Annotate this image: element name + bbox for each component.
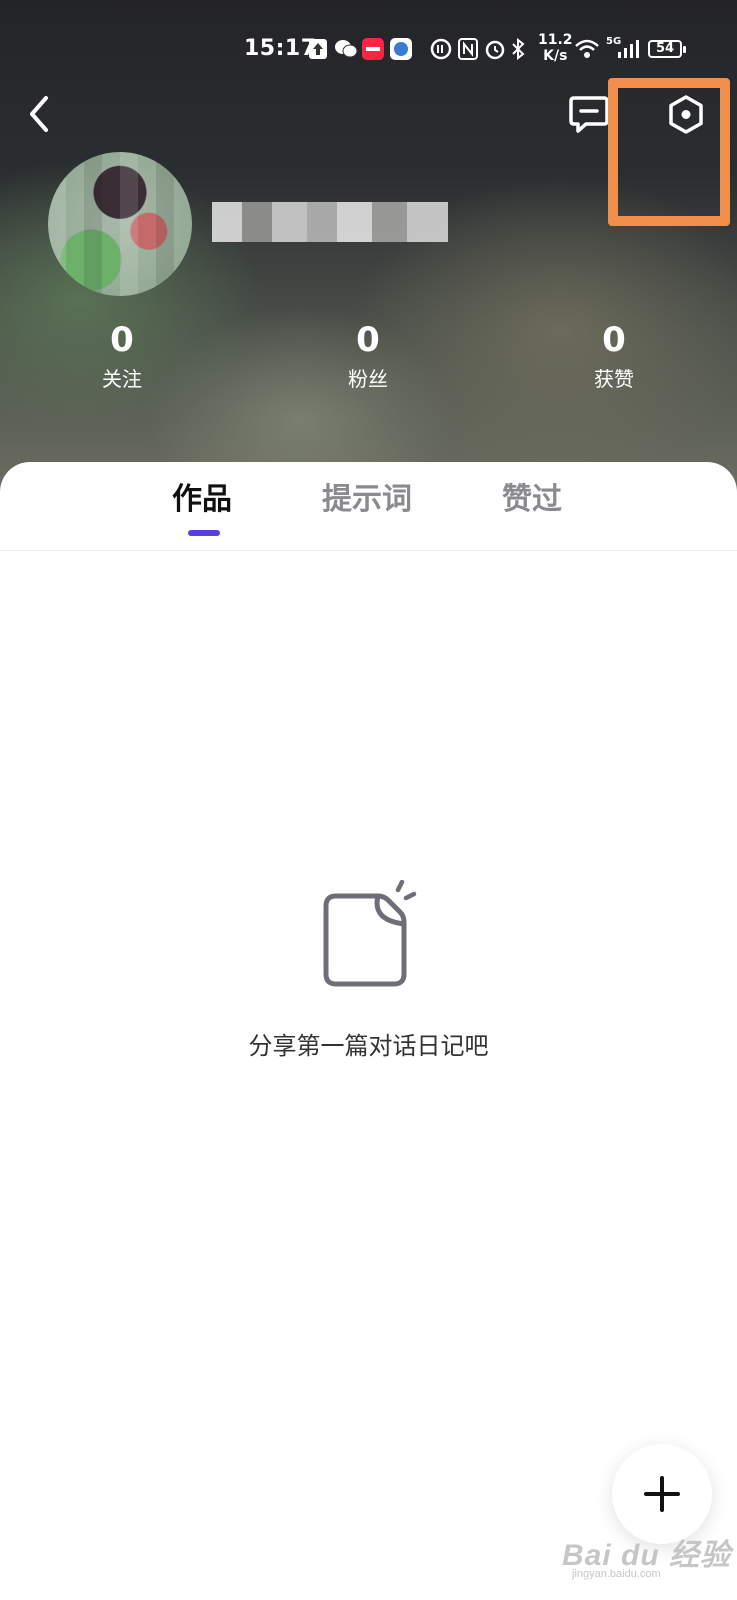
settings-button[interactable] bbox=[666, 94, 706, 136]
chevron-left-icon bbox=[30, 96, 48, 132]
upload-icon bbox=[309, 39, 327, 59]
tab-bar: 作品 提示词 赞过 bbox=[0, 462, 737, 551]
xiaohongshu-icon bbox=[362, 38, 384, 60]
empty-document-icon bbox=[323, 880, 417, 987]
data-saver-icon bbox=[430, 38, 452, 60]
stat-likes[interactable]: 0 获赞 bbox=[554, 320, 674, 392]
active-tab-indicator bbox=[188, 530, 220, 536]
stat-likes-value: 0 bbox=[602, 320, 626, 360]
stat-followers-label: 粉丝 bbox=[348, 367, 388, 391]
bluetooth-icon bbox=[512, 38, 525, 60]
profile-stats: 0 关注 0 粉丝 0 获赞 bbox=[0, 320, 737, 400]
browser-icon bbox=[390, 38, 412, 60]
signal-icon bbox=[618, 40, 639, 58]
network-speed-unit: K/s bbox=[543, 48, 568, 64]
username-pixelated bbox=[212, 202, 448, 242]
battery-indicator: 54 bbox=[648, 40, 686, 58]
stat-followers-value: 0 bbox=[356, 320, 380, 360]
stat-following-value: 0 bbox=[110, 320, 134, 360]
back-button[interactable] bbox=[22, 92, 58, 136]
tab-liked[interactable]: 赞过 bbox=[502, 480, 562, 520]
stat-likes-label: 获赞 bbox=[594, 367, 634, 391]
alarm-icon bbox=[485, 40, 505, 60]
status-bar: 15:17 11.2 K/s 5G 54 bbox=[0, 0, 737, 90]
message-button[interactable] bbox=[568, 94, 610, 136]
message-bubble-icon bbox=[569, 96, 609, 133]
nfc-icon bbox=[458, 38, 478, 60]
network-speed-value: 11.2 bbox=[538, 32, 573, 48]
wifi-icon bbox=[575, 39, 599, 58]
network-speed: 11.2 K/s bbox=[538, 32, 573, 64]
stat-following[interactable]: 0 关注 bbox=[62, 320, 182, 392]
wechat-icon bbox=[335, 40, 358, 58]
tab-prompts[interactable]: 提示词 bbox=[322, 480, 412, 520]
plus-icon bbox=[644, 1476, 680, 1512]
status-time: 15:17 bbox=[244, 36, 317, 61]
baidu-watermark: Bai du 经验 jingyan.baidu.com bbox=[562, 1512, 732, 1586]
stat-following-label: 关注 bbox=[102, 367, 142, 391]
empty-state-text: 分享第一篇对话日记吧 bbox=[248, 1032, 489, 1060]
avatar[interactable] bbox=[48, 152, 192, 296]
watermark-sub: jingyan.baidu.com bbox=[572, 1568, 661, 1580]
tab-works[interactable]: 作品 bbox=[172, 480, 232, 520]
stat-followers[interactable]: 0 粉丝 bbox=[308, 320, 428, 392]
